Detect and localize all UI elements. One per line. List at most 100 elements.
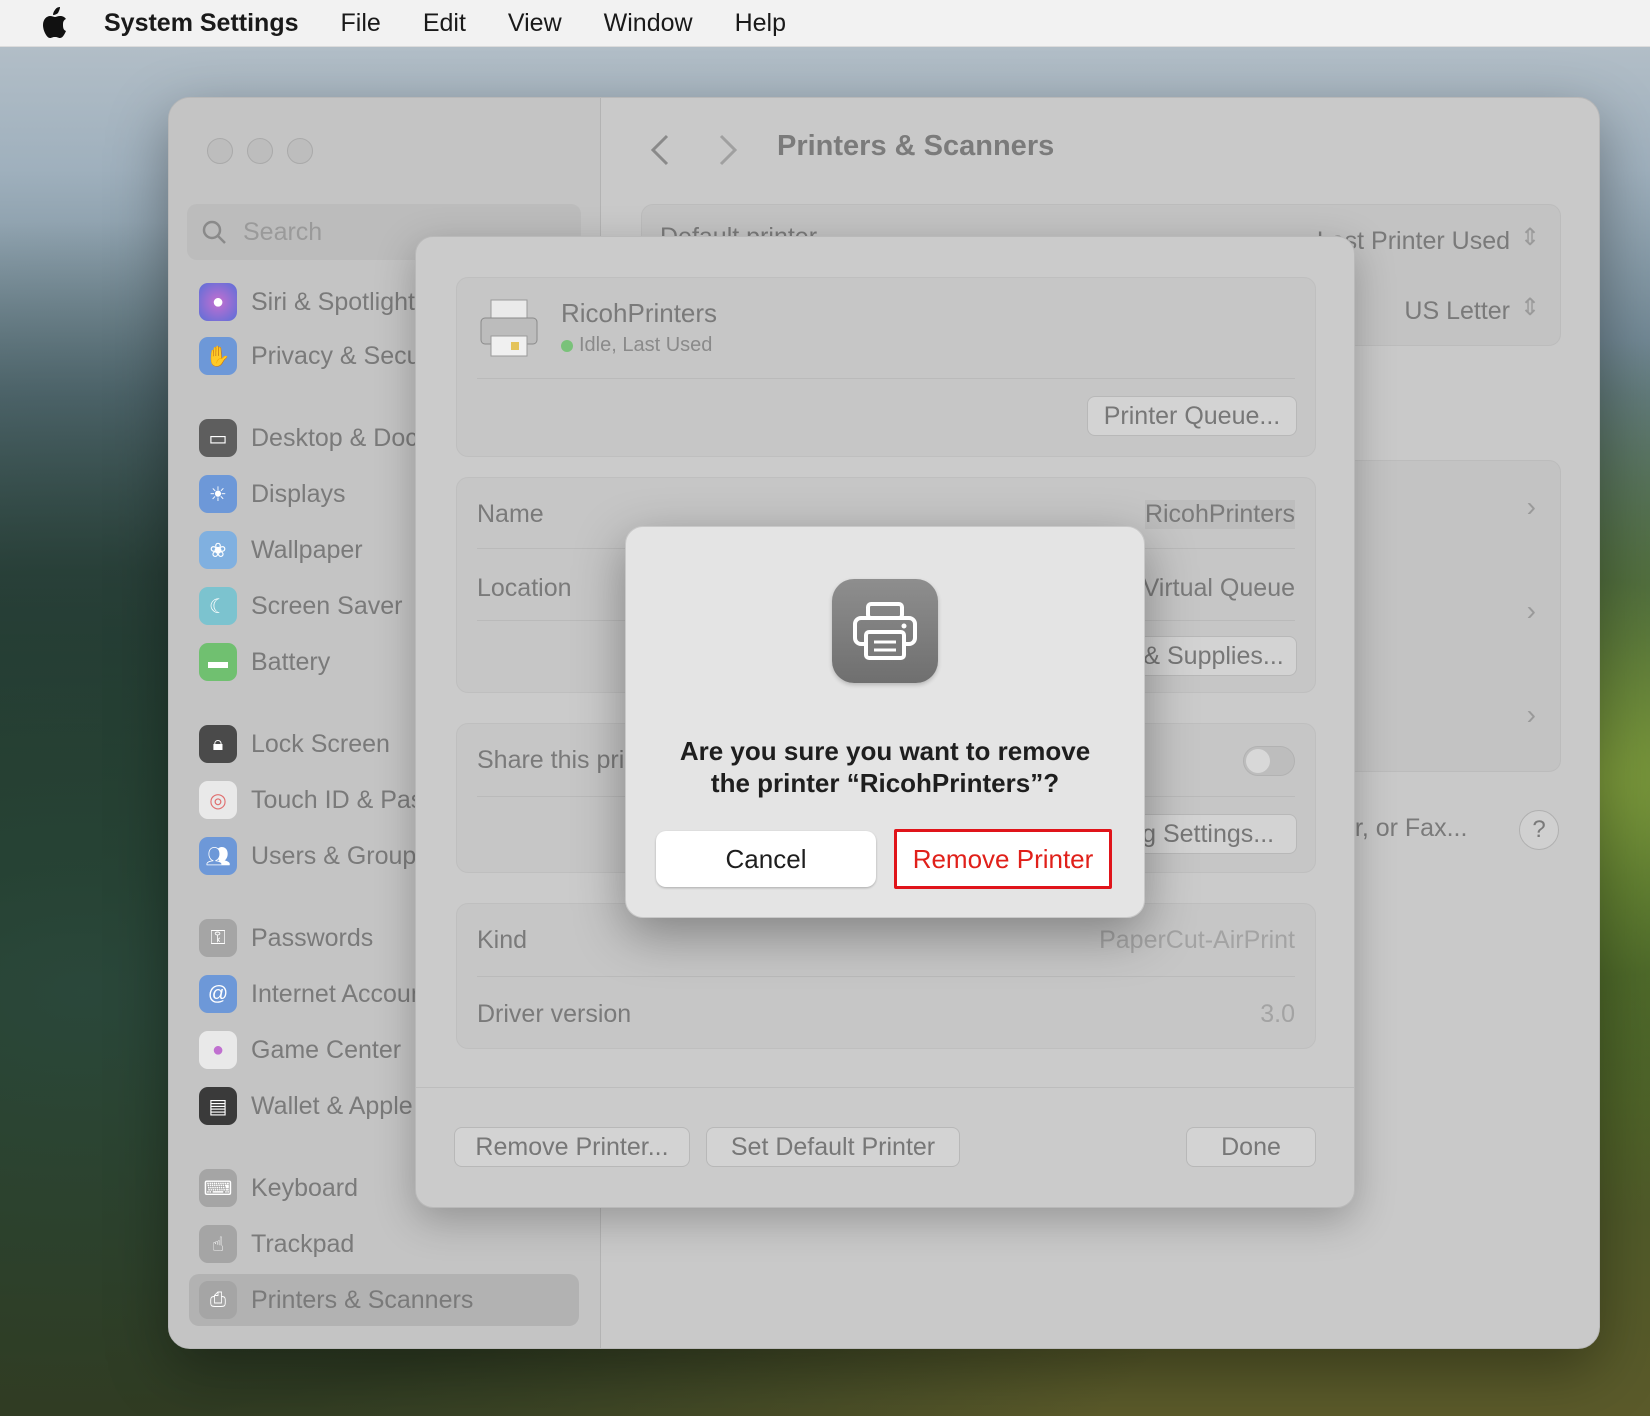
printer-header-card: RicohPrinters Idle, Last Used Printer Qu… bbox=[456, 277, 1316, 457]
chevron-right-icon[interactable]: › bbox=[1527, 699, 1536, 731]
sidebar-item-battery[interactable]: ▬ Battery bbox=[199, 640, 330, 684]
sidebar-item-label: Desktop & Dock bbox=[251, 423, 431, 452]
sidebar-item-label: Game Center bbox=[251, 1035, 402, 1064]
flower-icon: ❀ bbox=[199, 531, 237, 569]
zoom-window-button[interactable] bbox=[287, 138, 313, 164]
printer-name: RicohPrinters bbox=[561, 298, 718, 328]
location-label: Location bbox=[477, 574, 572, 602]
alert-message: Are you sure you want to remove the prin… bbox=[646, 735, 1124, 799]
divider bbox=[477, 976, 1295, 977]
sidebar-item-label: Trackpad bbox=[251, 1229, 355, 1258]
keyboard-icon: ⌨ bbox=[199, 1169, 237, 1207]
sidebar-item-label: Battery bbox=[251, 647, 331, 676]
chevron-right-icon[interactable]: › bbox=[1527, 595, 1536, 627]
sidebar-item-label: Keyboard bbox=[251, 1173, 359, 1202]
at-icon: @ bbox=[199, 975, 237, 1013]
siri-icon: ● bbox=[199, 283, 237, 321]
sidebar-item-game-center[interactable]: ● Game Center bbox=[199, 1028, 401, 1072]
menu-view[interactable]: View bbox=[508, 9, 562, 38]
menu-window[interactable]: Window bbox=[604, 9, 693, 38]
sidebar-item-label: Screen Saver bbox=[251, 591, 403, 620]
trackpad-icon: ☝ bbox=[199, 1225, 237, 1263]
driver-version-label: Driver version bbox=[477, 1000, 632, 1028]
page-title: Printers & Scanners bbox=[777, 130, 1055, 162]
cancel-button[interactable]: Cancel bbox=[656, 831, 876, 887]
chevron-right-icon[interactable] bbox=[713, 132, 743, 168]
add-printer-button[interactable]: er, or Fax... bbox=[1341, 814, 1467, 843]
chevron-right-icon[interactable]: › bbox=[1527, 491, 1536, 523]
driver-info-card: Kind PaperCut-AirPrint Driver version 3.… bbox=[456, 903, 1316, 1049]
remove-printer-alert: Are you sure you want to remove the prin… bbox=[625, 526, 1145, 918]
printer-status: Idle, Last Used bbox=[561, 334, 712, 357]
printer-alert-icon bbox=[832, 579, 938, 683]
chevron-left-icon[interactable] bbox=[645, 132, 675, 168]
sidebar-item-users[interactable]: 👥︎ Users & Groups bbox=[199, 834, 429, 878]
printer-glyph-icon bbox=[853, 602, 917, 660]
name-label: Name bbox=[477, 500, 544, 528]
alert-message-line2: the printer “RicohPrinters”? bbox=[710, 768, 1060, 798]
sun-icon: ☀ bbox=[199, 475, 237, 513]
sidebar-item-label: Displays bbox=[251, 479, 346, 508]
driver-version-value: 3.0 bbox=[1260, 1000, 1295, 1028]
divider bbox=[416, 1087, 1354, 1088]
menu-app-name[interactable]: System Settings bbox=[104, 9, 299, 38]
fingerprint-icon: ◎ bbox=[199, 781, 237, 819]
menu-bar: System Settings File Edit View Window He… bbox=[0, 0, 1650, 47]
sidebar-item-internet-accounts[interactable]: @ Internet Accounts bbox=[199, 972, 444, 1016]
menu-file[interactable]: File bbox=[341, 9, 381, 38]
divider bbox=[477, 378, 1295, 379]
menu-edit[interactable]: Edit bbox=[423, 9, 466, 38]
help-button[interactable]: ? bbox=[1519, 810, 1559, 850]
sidebar-item-label: Siri & Spotlight bbox=[251, 287, 415, 316]
key-icon: ⚿ bbox=[199, 919, 237, 957]
name-field[interactable]: RicohPrinters bbox=[1144, 500, 1295, 529]
sidebar-item-label: Lock Screen bbox=[251, 729, 390, 758]
users-icon: 👥︎ bbox=[199, 837, 237, 875]
paper-size-select[interactable]: US Letter bbox=[1404, 297, 1510, 326]
minimize-window-button[interactable] bbox=[247, 138, 273, 164]
screensaver-icon: ☾ bbox=[199, 587, 237, 625]
updown-chevron-icon: ⇕ bbox=[1519, 224, 1540, 251]
lock-icon: 🔒︎ bbox=[199, 725, 237, 763]
window-controls bbox=[207, 138, 313, 164]
updown-chevron-icon: ⇕ bbox=[1519, 294, 1540, 321]
status-dot-icon bbox=[561, 339, 573, 352]
hand-icon: ✋ bbox=[199, 337, 237, 375]
menu-help[interactable]: Help bbox=[735, 9, 786, 38]
printer-queue-button[interactable]: Printer Queue... bbox=[1087, 396, 1297, 436]
sidebar-item-label: Users & Groups bbox=[251, 841, 429, 870]
sidebar-item-label: Wallpaper bbox=[251, 535, 363, 564]
sidebar-item-passwords[interactable]: ⚿ Passwords bbox=[199, 916, 373, 960]
set-default-printer-button[interactable]: Set Default Printer bbox=[706, 1127, 960, 1167]
confirm-remove-printer-button[interactable]: Remove Printer bbox=[894, 829, 1112, 889]
sidebar-item-siri[interactable]: ● Siri & Spotlight bbox=[199, 280, 415, 324]
gamecenter-icon: ● bbox=[199, 1031, 237, 1069]
sidebar-item-wallpaper[interactable]: ❀ Wallpaper bbox=[199, 528, 363, 572]
sidebar-item-label: Passwords bbox=[251, 923, 374, 952]
share-printer-toggle[interactable] bbox=[1243, 746, 1295, 776]
sidebar-item-lock-screen[interactable]: 🔒︎ Lock Screen bbox=[199, 722, 390, 766]
location-field[interactable]: Virtual Queue bbox=[1143, 574, 1295, 603]
sidebar-item-label: Printers & Scanners bbox=[251, 1285, 474, 1314]
kind-label: Kind bbox=[477, 926, 528, 954]
wallet-icon: ▤ bbox=[199, 1087, 237, 1125]
sidebar-item-keyboard[interactable]: ⌨ Keyboard bbox=[199, 1166, 358, 1210]
sidebar-item-displays[interactable]: ☀ Displays bbox=[199, 472, 345, 516]
remove-printer-button[interactable]: Remove Printer... bbox=[454, 1127, 690, 1167]
printer-status-text: Idle, Last Used bbox=[579, 334, 713, 356]
printer-icon: ⎙ bbox=[199, 1281, 237, 1319]
kind-value: PaperCut-AirPrint bbox=[1099, 926, 1295, 954]
dock-icon: ▭ bbox=[199, 419, 237, 457]
battery-icon: ▬ bbox=[199, 643, 237, 681]
close-window-button[interactable] bbox=[207, 138, 233, 164]
sidebar-item-screen-saver[interactable]: ☾ Screen Saver bbox=[199, 584, 402, 628]
alert-message-line1: Are you sure you want to remove bbox=[679, 736, 1091, 766]
search-placeholder: Search bbox=[243, 217, 323, 246]
done-button[interactable]: Done bbox=[1186, 1127, 1316, 1167]
search-icon bbox=[202, 220, 226, 244]
apple-icon[interactable] bbox=[40, 7, 70, 38]
sidebar-item-printers-scanners[interactable]: ⎙ Printers & Scanners bbox=[189, 1274, 579, 1326]
sidebar-item-trackpad[interactable]: ☝ Trackpad bbox=[199, 1222, 354, 1266]
printer-icon bbox=[480, 299, 538, 357]
sidebar-item-desktop-dock[interactable]: ▭ Desktop & Dock bbox=[199, 416, 430, 460]
